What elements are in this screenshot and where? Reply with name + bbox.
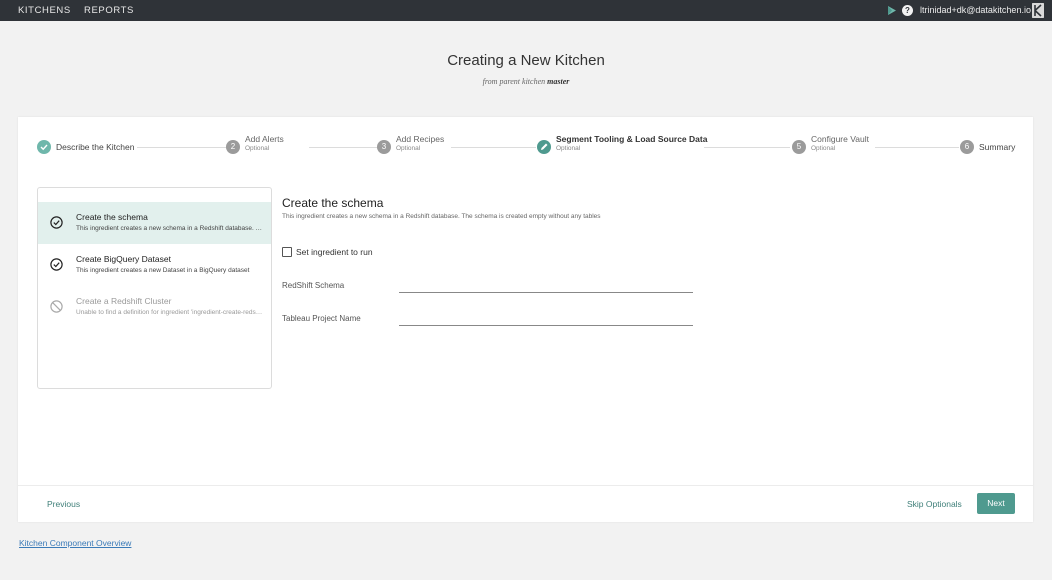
check-circle-icon [50,216,63,229]
blocked-icon [50,300,63,313]
step-optional-tag: Optional [245,145,270,152]
ingredient-description: This ingredient creates a new schema in … [76,225,263,232]
subtitle-prefix: from parent kitchen [482,77,546,86]
parent-kitchen-name: master [547,77,570,86]
nav-reports[interactable]: REPORTS [84,0,134,21]
ingredient-item-redshift-cluster[interactable]: Create a Redshift Cluster Unable to find… [38,286,271,328]
user-email-menu[interactable]: ltrinidad+dk@datakitchen.io [920,0,1031,21]
step-connector [704,147,790,148]
step-connector [309,147,381,148]
ingredient-title: Create a Redshift Cluster [76,296,172,306]
play-icon[interactable] [887,5,897,16]
next-button[interactable]: Next [977,493,1015,514]
step-label: Describe the Kitchen [56,142,135,152]
ingredient-description: This ingredient creates a new Dataset in… [76,267,250,274]
step-complete-icon [37,140,51,154]
step-number: 5 [792,140,806,154]
nav-kitchens[interactable]: KITCHENS [18,0,71,21]
set-ingredient-to-run-checkbox[interactable] [282,247,292,257]
checkbox-label[interactable]: Set ingredient to run [296,247,373,257]
kitchen-component-overview-link[interactable]: Kitchen Component Overview [19,538,131,548]
ingredient-title: Create the schema [76,212,148,222]
page-title: Creating a New Kitchen [447,52,605,69]
step-optional-tag: Optional [396,145,421,152]
step-number: 6 [960,140,974,154]
step-connector [137,147,229,148]
step-number: 2 [226,140,240,154]
top-navigation-bar: KITCHENS REPORTS ? ltrinidad+dk@datakitc… [0,0,1052,21]
ingredient-detail-title: Create the schema [282,196,384,210]
footer-divider [18,485,1033,486]
step-connector [451,147,536,148]
datakitchen-logo-icon [1032,3,1044,18]
ingredient-description: Unable to find a definition for ingredie… [76,309,263,316]
skip-optionals-button[interactable]: Skip Optionals [907,499,962,509]
step-label: Segment Tooling & Load Source Data [556,134,708,144]
step-optional-tag: Optional [811,145,836,152]
ingredient-list: Create the schema This ingredient create… [37,187,272,389]
previous-button[interactable]: Previous [47,499,80,509]
page-subtitle: from parent kitchen master [0,77,1052,86]
wizard-card: Describe the Kitchen 2 Add Alerts Option… [18,117,1033,522]
ingredient-item-bigquery-dataset[interactable]: Create BigQuery Dataset This ingredient … [38,244,271,286]
step-connector [875,147,959,148]
pencil-icon [537,140,551,154]
step-label: Summary [979,142,1016,152]
ingredient-item-create-schema[interactable]: Create the schema This ingredient create… [38,202,271,244]
redshift-schema-input[interactable] [399,279,693,293]
step-number: 3 [377,140,391,154]
step-label: Add Alerts [245,134,284,144]
tableau-project-name-input[interactable] [399,312,693,326]
redshift-schema-label: RedShift Schema [282,281,345,290]
step-label: Configure Vault [811,134,869,144]
ingredient-title: Create BigQuery Dataset [76,254,171,264]
check-circle-icon [50,258,63,271]
step-optional-tag: Optional [556,145,581,152]
ingredient-detail-description: This ingredient creates a new schema in … [282,213,601,220]
tableau-project-name-label: Tableau Project Name [282,314,361,323]
help-icon[interactable]: ? [902,5,913,16]
step-label: Add Recipes [396,134,445,144]
